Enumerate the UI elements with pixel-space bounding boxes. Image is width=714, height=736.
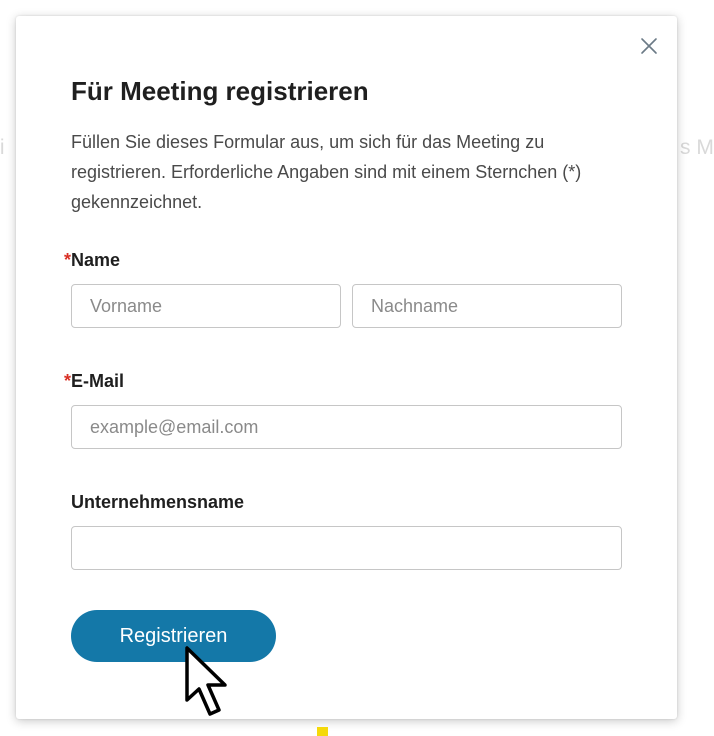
company-label: Unternehmensname xyxy=(71,492,245,512)
email-label: *E-Mail xyxy=(56,371,124,392)
dialog-description: Füllen Sie dieses Formular aus, um sich … xyxy=(71,132,582,212)
first-name-input[interactable] xyxy=(71,284,341,328)
name-label: *Name xyxy=(56,250,120,271)
email-input[interactable] xyxy=(71,405,622,449)
background-text-right: s M xyxy=(680,136,714,159)
cursor-highlight-mark xyxy=(317,727,328,736)
mouse-pointer-icon xyxy=(185,646,227,716)
email-label-text: E-Mail xyxy=(71,371,125,391)
required-marker: * xyxy=(63,250,71,270)
register-button[interactable]: Registrieren xyxy=(71,610,276,662)
name-label-text: Name xyxy=(71,250,121,270)
registration-dialog: Für Meeting registrieren Füllen Sie dies… xyxy=(16,16,677,719)
required-marker: * xyxy=(63,371,71,391)
close-icon[interactable] xyxy=(639,36,659,56)
dialog-title: Für Meeting registrieren xyxy=(71,76,369,106)
background-text-left: ti xyxy=(0,136,5,159)
last-name-input[interactable] xyxy=(352,284,622,328)
company-name-input[interactable] xyxy=(71,526,622,570)
